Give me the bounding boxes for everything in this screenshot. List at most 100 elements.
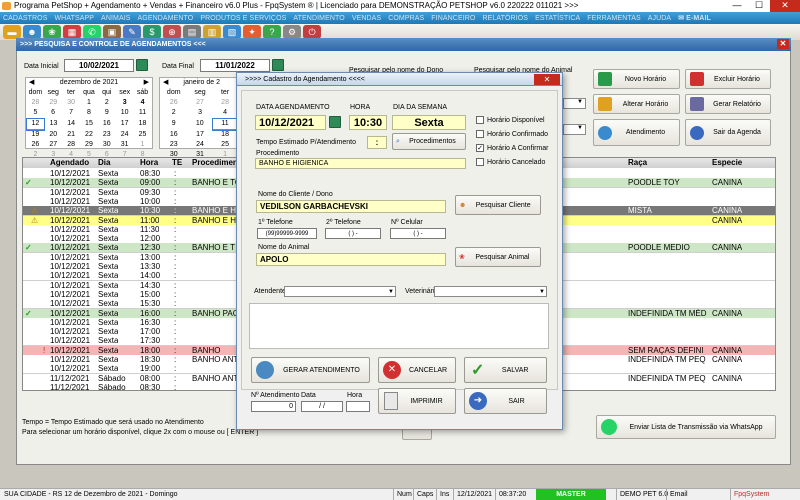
calendar-day[interactable]: 30 <box>62 98 80 108</box>
money-icon[interactable]: $ <box>143 25 161 39</box>
calendar-day[interactable]: 28 <box>27 98 45 108</box>
printer-icon[interactable]: ▤ <box>183 25 201 39</box>
menu-cadastros[interactable]: CADASTROS <box>3 15 47 22</box>
calendar-day[interactable]: 2 <box>98 98 116 108</box>
calendar-day[interactable]: 3 <box>187 108 212 119</box>
calendar-day[interactable]: 15 <box>80 119 98 130</box>
calendar-picker-icon[interactable] <box>272 59 284 71</box>
data-inicial-field[interactable]: 10/02/2021 <box>64 59 134 72</box>
horario-cancelado-checkbox[interactable]: Horário Cancelado <box>476 158 545 166</box>
calendar-day[interactable]: 31 <box>116 140 134 150</box>
minimize-button[interactable]: — <box>726 0 748 12</box>
procedimentos-button[interactable]: ⌕ Procedimentos <box>392 133 466 150</box>
calendar-day[interactable]: 30 <box>98 140 116 150</box>
col-especie[interactable]: Especie <box>712 158 742 168</box>
whatsapp-send-button[interactable]: Enviar Lista de Transmissão via WhatsApp <box>596 415 776 439</box>
observacoes-area[interactable] <box>249 303 549 349</box>
calendar-day[interactable]: 6 <box>44 108 62 119</box>
menu-whatsapp[interactable]: WHATSAPP <box>54 15 94 22</box>
folder-icon[interactable]: ▬ <box>3 25 21 39</box>
calendar-day[interactable]: 20 <box>44 130 62 141</box>
sair-agenda-button[interactable]: Sair da Agenda <box>685 119 771 146</box>
col-procedimento[interactable]: Procedimen <box>192 158 238 168</box>
dono-dropdown[interactable]: ▼ <box>563 98 586 109</box>
telefone2-field[interactable]: ( ) - <box>325 228 381 239</box>
calendar-day[interactable]: 11 <box>134 108 152 119</box>
menu-produtos[interactable]: PRODUTOS E SERVIÇOS <box>200 15 286 22</box>
menu-vendas[interactable]: VENDAS <box>352 15 381 22</box>
calendar-day[interactable]: 2 <box>160 108 187 119</box>
calendar-day[interactable]: 27 <box>187 98 212 108</box>
gerar-relatorio-button[interactable]: Gerar Relatório <box>685 94 771 114</box>
col-te[interactable]: TE <box>172 158 182 168</box>
hora-field[interactable]: 10:30 <box>349 115 387 130</box>
horario-confirmado-checkbox[interactable]: Horário Confirmado <box>476 130 548 138</box>
calendar-day[interactable]: 8 <box>80 108 98 119</box>
dialog-close-button[interactable]: ✕ <box>534 74 560 85</box>
calendar-day[interactable]: 27 <box>44 140 62 150</box>
calendar-day[interactable]: 21 <box>62 130 80 141</box>
calendar-day-today[interactable]: 12 <box>25 117 46 131</box>
gerar-atendimento-button[interactable]: GERAR ATENDIMENTO <box>251 357 370 383</box>
menu-relatorios[interactable]: RELATÓRIOS <box>482 15 528 22</box>
menu-atendimento[interactable]: ATENDIMENTO <box>293 15 344 22</box>
calendar-day[interactable]: 22 <box>80 130 98 141</box>
alterar-horario-button[interactable]: Alterar Horário <box>593 94 680 114</box>
service-icon[interactable]: ✎ <box>123 25 141 39</box>
calendar-day[interactable]: 26 <box>27 140 45 150</box>
calendar-day[interactable]: 23 <box>98 130 116 141</box>
menu-email[interactable]: ✉ E-MAIL <box>678 14 711 23</box>
calendar-day[interactable]: 26 <box>160 98 187 108</box>
calendar-day[interactable]: 5 <box>27 108 45 119</box>
calendar-day[interactable]: 19 <box>27 130 45 141</box>
pesquisar-cliente-button[interactable]: ☻ Pesquisar Cliente <box>455 195 541 215</box>
tools-icon[interactable]: ✦ <box>243 25 261 39</box>
prev-month-icon[interactable]: ◀ <box>163 79 168 87</box>
calendar-day[interactable]: 7 <box>62 108 80 119</box>
animal-field[interactable]: APOLO <box>256 253 446 266</box>
calendar-day[interactable]: 28 <box>213 98 238 108</box>
tempo-estimado-field[interactable]: : <box>367 136 387 149</box>
pesquisar-animal-button[interactable]: ❀ Pesquisar Animal <box>455 247 541 267</box>
menu-agendamento[interactable]: AGENDAMENTO <box>138 15 194 22</box>
next-month-icon[interactable]: ▶ <box>144 79 149 87</box>
menu-ferramentas[interactable]: FERRAMENTAS <box>587 15 640 22</box>
calendar-day[interactable]: 24 <box>116 130 134 141</box>
menu-compras[interactable]: COMPRAS <box>388 15 424 22</box>
box-icon[interactable]: ▣ <box>103 25 121 39</box>
data-agendamento-field[interactable]: 10/12/2021 <box>255 115 326 130</box>
calendar-icon[interactable]: ▦ <box>63 25 81 39</box>
cart-icon[interactable]: ⊕ <box>163 25 181 39</box>
menu-estatistica[interactable]: ESTATÍSTICA <box>535 15 580 22</box>
celular-field[interactable]: ( ) - <box>390 228 446 239</box>
calendar-day[interactable]: 29 <box>44 98 62 108</box>
calendar-january[interactable]: ◀ janeiro de 2 dom seg ter 26 27 28 234 9 10 11… <box>159 77 239 158</box>
calendar-day[interactable]: 9 <box>160 119 187 130</box>
data-final-field[interactable]: 11/01/2022 <box>200 59 270 72</box>
calendar-day[interactable]: 1 <box>134 140 152 150</box>
calendar-day[interactable]: 3 <box>116 98 134 108</box>
calendar-day[interactable]: 17 <box>116 119 134 130</box>
menu-animais[interactable]: ANIMAIS <box>101 15 130 22</box>
calendar-day[interactable]: 4 <box>134 98 152 108</box>
menu-ajuda[interactable]: AJUDA <box>648 15 671 22</box>
calendar-day[interactable]: 23 <box>160 140 187 150</box>
calendar-day[interactable]: 10 <box>187 119 212 130</box>
calendar-day[interactable]: 9 <box>98 108 116 119</box>
settings-icon[interactable]: ⚙ <box>283 25 301 39</box>
calendar-day[interactable]: 16 <box>160 130 187 141</box>
prev-month-icon[interactable]: ◀ <box>29 79 34 87</box>
chart-icon[interactable]: ▥ <box>203 25 221 39</box>
calendar-day[interactable]: 25 <box>134 130 152 141</box>
close-button[interactable]: ✕ <box>770 0 800 12</box>
col-dia[interactable]: Dia <box>98 158 110 168</box>
calendar-day-selected[interactable]: 11 <box>211 117 239 131</box>
cliente-field[interactable]: VEDILSON GARBACHEVSKI <box>256 200 446 213</box>
animal-dropdown[interactable]: ▼ <box>563 124 586 135</box>
calendar-day[interactable]: 13 <box>44 119 62 130</box>
calendar-day[interactable]: 14 <box>62 119 80 130</box>
calendar-picker-icon[interactable] <box>329 116 341 128</box>
calendar-day[interactable]: 18 <box>134 119 152 130</box>
agenda-close-button[interactable]: ✕ <box>777 39 789 49</box>
calendar-picker-icon[interactable] <box>136 59 148 71</box>
